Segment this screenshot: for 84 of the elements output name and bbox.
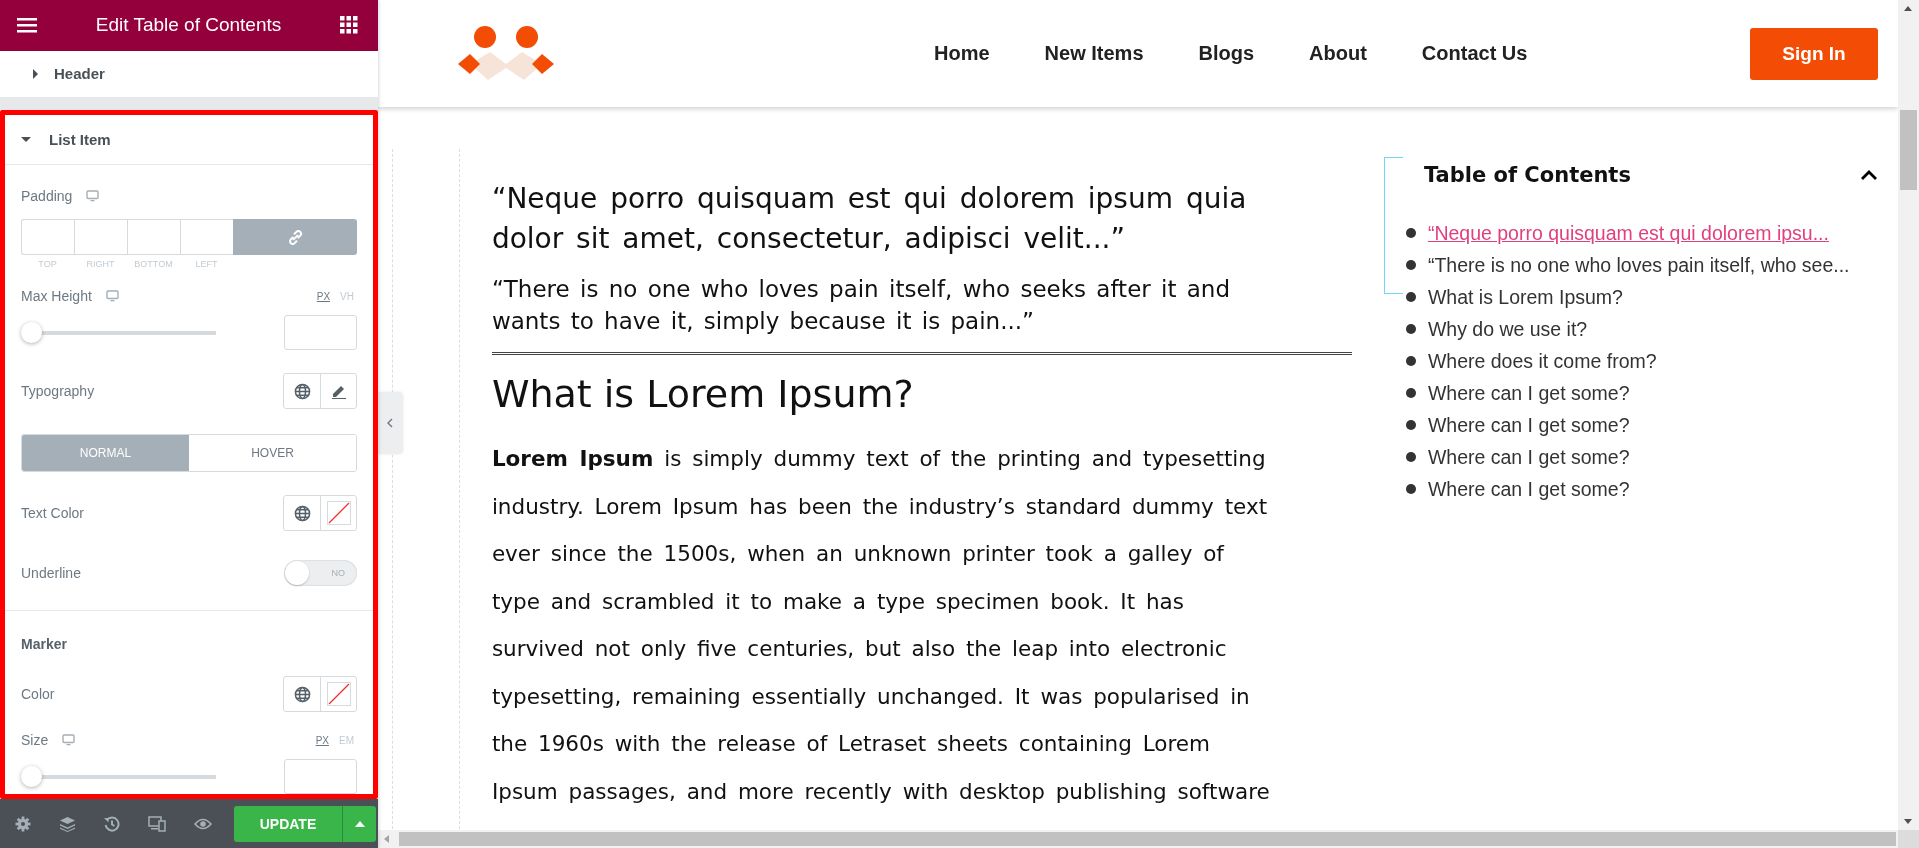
sign-in-button[interactable]: Sign In	[1750, 27, 1878, 80]
scrollbar-corner	[1898, 830, 1919, 848]
nav-link[interactable]: Blogs	[1198, 42, 1255, 65]
collapse-panel-button[interactable]	[378, 392, 402, 454]
scroll-left-icon[interactable]	[384, 835, 389, 843]
nav-link[interactable]: Contact Us	[1421, 42, 1528, 65]
caret-right-icon	[32, 68, 40, 79]
layers-icon[interactable]	[59, 815, 76, 832]
scrollbar-thumb[interactable]	[399, 832, 1896, 846]
panel-title: Edit Table of Contents	[95, 14, 282, 37]
section-toggle[interactable]: Header	[0, 50, 378, 97]
globe-icon	[293, 504, 311, 522]
control-label: Size	[21, 732, 49, 749]
horizontal-scrollbar[interactable]	[378, 830, 1898, 848]
dimension-input[interactable]	[74, 219, 127, 256]
globe-icon	[293, 685, 311, 703]
grid-icon[interactable]	[340, 16, 358, 35]
chevron-up-icon[interactable]	[1860, 169, 1878, 181]
section-toggle[interactable]: List Item	[5, 115, 373, 166]
side-label: LEFT	[194, 259, 219, 270]
scrollbar-thumb[interactable]	[1900, 110, 1917, 190]
eye-icon[interactable]	[194, 817, 212, 830]
slider-thumb[interactable]	[21, 322, 42, 344]
monitor-icon[interactable]	[86, 190, 100, 203]
settings-icon[interactable]	[15, 815, 31, 832]
quote-text: “There is no one who loves pain itself, who seeks after it and wants to have it, simply because it is pain...”	[491, 275, 1232, 336]
bullet-icon	[1405, 260, 1416, 270]
dimension-input[interactable]	[127, 219, 180, 256]
control-heading: Marker	[21, 636, 67, 653]
publish-options-button[interactable]	[342, 805, 376, 842]
quote-text: “Neque porro quisquam est qui dolorem ipsum quia dolor sit amet, consectetur, adipisci velit...”	[491, 181, 1248, 257]
number-input[interactable]	[284, 759, 357, 795]
nav-link[interactable]: About	[1309, 42, 1367, 65]
link-button[interactable]	[233, 219, 357, 256]
bullet-icon	[1405, 228, 1416, 238]
toc-link[interactable]: “Neque porro quisquam est qui dolorem ipsu...	[1427, 221, 1829, 245]
nav-link[interactable]: New Items	[1044, 42, 1144, 65]
unit-option[interactable]: PX	[316, 290, 331, 302]
caret-up-icon	[354, 820, 365, 827]
toc-title: Table of Contents	[1423, 163, 1631, 187]
vertical-scrollbar[interactable]	[1898, 0, 1919, 830]
bullet-icon	[1405, 388, 1416, 398]
bullet-icon	[1405, 452, 1416, 462]
toc-link[interactable]: What is Lorem Ipsum?	[1427, 285, 1623, 309]
bullet-icon	[1405, 356, 1416, 366]
toc-link[interactable]: Where can I get some?	[1427, 477, 1630, 501]
pencil-icon	[330, 383, 347, 400]
article-paragraph: Lorem Ipsum is simply dummy text of the printing and typesetting industry. Lorem Ipsum has been the industry’s standard dummy text ever since the 1500s, when an unknown printer took a galley of type and scrambled it to make a type specimen book. It has survived not only five centuries, but also the leap into electronic typesetting, remaining essentially unchanged. It was popularised in the 1960s with the release of Letraset sheets containing Lorem Ipsum passages, and more recently with desktop publishing software	[491, 445, 1271, 806]
control-label: Text Color	[21, 505, 85, 522]
control-label: Max Height	[21, 288, 92, 305]
toc-link[interactable]: Where does it come from?	[1427, 349, 1657, 373]
toc-link[interactable]: Where can I get some?	[1427, 381, 1630, 405]
number-input[interactable]	[284, 315, 357, 351]
dimension-input[interactable]	[180, 219, 233, 256]
toc-link[interactable]: Where can I get some?	[1427, 413, 1630, 437]
control-label: Color	[21, 686, 55, 703]
caret-down-icon	[21, 135, 31, 144]
bullet-icon	[1405, 420, 1416, 430]
monitor-icon[interactable]	[62, 734, 76, 747]
dimension-input[interactable]	[21, 219, 74, 256]
monitor-icon[interactable]	[105, 290, 119, 303]
article-heading: What is Lorem Ipsum?	[491, 371, 915, 418]
nav-link[interactable]: Home	[934, 42, 990, 65]
control-label: Typography	[21, 383, 95, 400]
control-label: Padding	[21, 188, 73, 205]
bullet-icon	[1405, 292, 1416, 302]
chevron-left-icon	[387, 418, 393, 428]
bullet-icon	[1405, 324, 1416, 334]
control-label: Underline	[21, 565, 81, 582]
side-label: BOTTOM	[133, 259, 174, 270]
globe-icon	[293, 382, 311, 400]
link-icon	[287, 229, 303, 245]
scroll-down-icon[interactable]	[1904, 819, 1912, 824]
history-icon[interactable]	[104, 815, 120, 832]
side-label: RIGHT	[85, 259, 116, 270]
toc-link[interactable]: Where can I get some?	[1427, 445, 1630, 469]
toc-link[interactable]: “There is no one who loves pain itself, who see...	[1427, 253, 1850, 277]
slider-thumb[interactable]	[21, 766, 42, 788]
menu-icon[interactable]	[17, 17, 37, 34]
unit-option[interactable]: PX	[315, 734, 329, 746]
scroll-up-icon[interactable]	[1904, 6, 1912, 11]
responsive-icon[interactable]	[148, 815, 166, 832]
bullet-icon	[1405, 484, 1416, 494]
toc-link[interactable]: Why do we use it?	[1427, 317, 1588, 341]
